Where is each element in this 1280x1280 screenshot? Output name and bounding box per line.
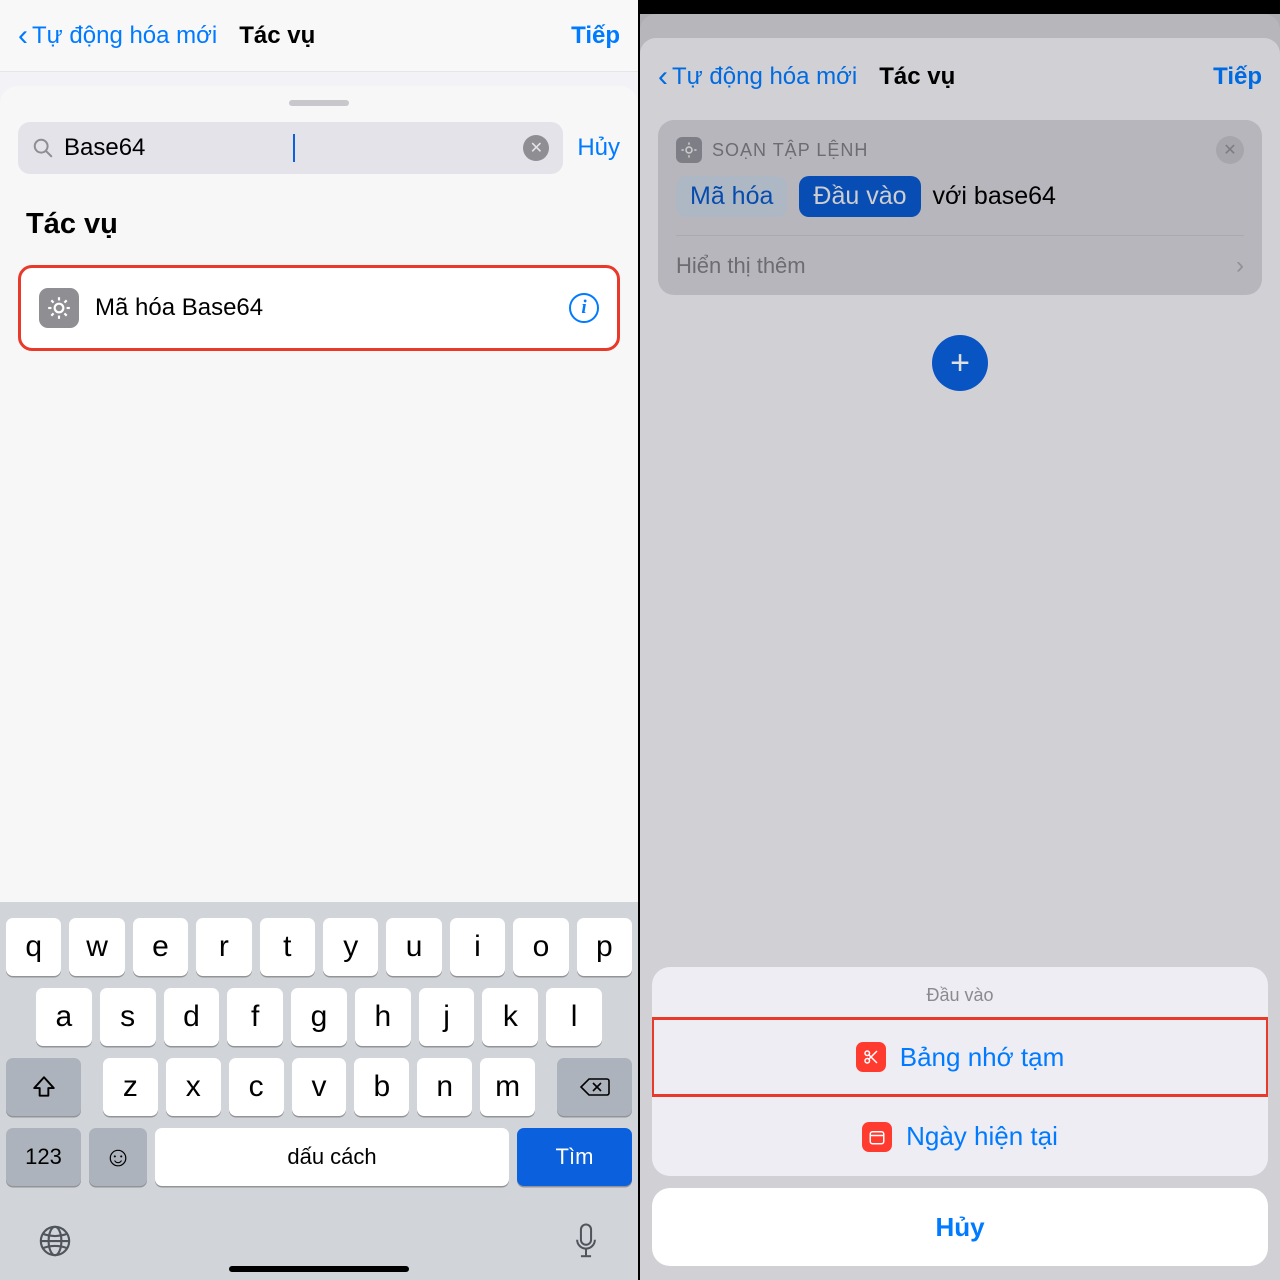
- key-e[interactable]: e: [133, 918, 188, 976]
- key-p[interactable]: p: [577, 918, 632, 976]
- action-sheet-title: Đầu vào: [652, 967, 1268, 1018]
- left-screenshot: ‹ Tự động hóa mới Tác vụ Tiếp Base64 ✕ H…: [0, 0, 640, 1280]
- backspace-key[interactable]: [557, 1058, 632, 1116]
- key-d[interactable]: d: [164, 988, 220, 1046]
- key-u[interactable]: u: [386, 918, 441, 976]
- key-n[interactable]: n: [417, 1058, 472, 1116]
- next-button[interactable]: Tiếp: [571, 22, 620, 50]
- menu-item-label: Bảng nhớ tạm: [900, 1042, 1064, 1073]
- key-b[interactable]: b: [354, 1058, 409, 1116]
- section-title: Tác vụ: [0, 182, 638, 251]
- key-y[interactable]: y: [323, 918, 378, 976]
- space-key[interactable]: dấu cách: [155, 1128, 509, 1186]
- search-key[interactable]: Tìm: [517, 1128, 632, 1186]
- key-g[interactable]: g: [291, 988, 347, 1046]
- home-indicator[interactable]: [229, 1266, 409, 1272]
- action-sheet: Đầu vào Bảng nhớ tạm Ngày hiện tại Hủy: [652, 967, 1268, 1266]
- globe-icon[interactable]: [38, 1224, 72, 1258]
- calendar-icon: [862, 1122, 892, 1152]
- key-q[interactable]: q: [6, 918, 61, 976]
- key-h[interactable]: h: [355, 988, 411, 1046]
- search-results-list: Mã hóa Base64 i: [18, 265, 620, 351]
- keyboard: qwertyuiop asdfghjkl zxcvbnm 123 ☺ dấu c…: [0, 902, 638, 1280]
- key-r[interactable]: r: [196, 918, 251, 976]
- key-f[interactable]: f: [227, 988, 283, 1046]
- action-sheet-group: Đầu vào Bảng nhớ tạm Ngày hiện tại: [652, 967, 1268, 1176]
- key-s[interactable]: s: [100, 988, 156, 1046]
- info-icon[interactable]: i: [569, 293, 599, 323]
- nav-title: Tác vụ: [239, 22, 315, 50]
- emoji-key[interactable]: ☺: [89, 1128, 147, 1186]
- search-icon: [32, 137, 54, 159]
- key-w[interactable]: w: [69, 918, 124, 976]
- key-v[interactable]: v: [292, 1058, 347, 1116]
- menu-item-label: Ngày hiện tại: [906, 1121, 1058, 1152]
- chevron-left-icon: ‹: [18, 19, 28, 53]
- back-label: Tự động hóa mới: [32, 22, 217, 50]
- key-o[interactable]: o: [513, 918, 568, 976]
- right-screenshot: ‹ Tự động hóa mới Tác vụ Tiếp SOẠN TẬP L…: [640, 0, 1280, 1280]
- mic-icon[interactable]: [572, 1222, 600, 1260]
- key-i[interactable]: i: [450, 918, 505, 976]
- key-x[interactable]: x: [166, 1058, 221, 1116]
- clear-search-button[interactable]: ✕: [523, 135, 549, 161]
- key-t[interactable]: t: [260, 918, 315, 976]
- cancel-search-button[interactable]: Hủy: [577, 134, 620, 162]
- result-item-label: Mã hóa Base64: [95, 294, 553, 322]
- search-field[interactable]: Base64 ✕: [18, 122, 563, 174]
- key-k[interactable]: k: [482, 988, 538, 1046]
- key-z[interactable]: z: [103, 1058, 158, 1116]
- menu-item-clipboard[interactable]: Bảng nhớ tạm: [652, 1017, 1268, 1097]
- numbers-key[interactable]: 123: [6, 1128, 81, 1186]
- nav-bar: ‹ Tự động hóa mới Tác vụ Tiếp: [0, 0, 638, 72]
- key-j[interactable]: j: [419, 988, 475, 1046]
- key-c[interactable]: c: [229, 1058, 284, 1116]
- search-row: Base64 ✕ Hủy: [0, 106, 638, 182]
- scissors-icon: [856, 1042, 886, 1072]
- text-cursor: [293, 134, 295, 162]
- action-sheet-cancel[interactable]: Hủy: [652, 1188, 1268, 1266]
- key-l[interactable]: l: [546, 988, 602, 1046]
- key-a[interactable]: a: [36, 988, 92, 1046]
- search-input-text: Base64: [64, 134, 293, 162]
- shift-key[interactable]: [6, 1058, 81, 1116]
- gear-icon: [39, 288, 79, 328]
- menu-item-current-date[interactable]: Ngày hiện tại: [652, 1096, 1268, 1176]
- back-button[interactable]: ‹ Tự động hóa mới: [18, 19, 217, 53]
- key-m[interactable]: m: [480, 1058, 535, 1116]
- result-item-base64[interactable]: Mã hóa Base64 i: [21, 268, 617, 348]
